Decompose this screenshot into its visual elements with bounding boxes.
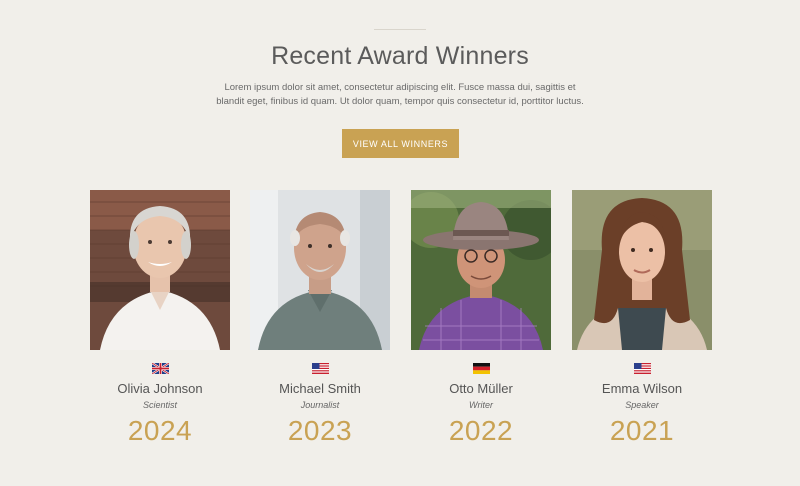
winner-year: 2022 bbox=[448, 415, 514, 446]
view-all-winners-button[interactable]: VIEW ALL WINNERS bbox=[342, 129, 459, 158]
winner-photo bbox=[411, 190, 551, 350]
winner-year: 2021 bbox=[609, 415, 675, 446]
winner-name: Olivia Johnson bbox=[117, 381, 203, 396]
section-intro: Lorem ipsum dolor sit amet, consectetur … bbox=[200, 81, 600, 109]
section-title: Recent Award Winners bbox=[271, 42, 529, 70]
intro-line-2: blandit eget, finibus id quam. Ut dolor … bbox=[216, 96, 584, 107]
top-divider bbox=[374, 29, 426, 30]
winner-name: Otto Müller bbox=[449, 381, 513, 396]
winner-card[interactable]: Otto Müller Writer 2022 bbox=[411, 190, 551, 447]
winner-role: Journalist bbox=[300, 400, 340, 410]
us-flag-icon bbox=[311, 363, 329, 374]
winner-photo bbox=[250, 190, 390, 350]
germany-flag-icon bbox=[472, 363, 490, 374]
winner-card[interactable]: Michael Smith Journalist 2023 bbox=[250, 190, 390, 447]
intro-line-1: Lorem ipsum dolor sit amet, consectetur … bbox=[224, 82, 576, 93]
winner-photo bbox=[90, 190, 230, 350]
winner-photo bbox=[572, 190, 712, 350]
winner-role: Writer bbox=[469, 400, 493, 410]
winner-name: Michael Smith bbox=[279, 381, 361, 396]
winner-card[interactable]: Olivia Johnson Scientist 2024 bbox=[90, 190, 230, 447]
winner-role: Speaker bbox=[625, 400, 659, 410]
us-flag-icon bbox=[633, 363, 651, 374]
winner-year: 2024 bbox=[127, 415, 193, 446]
uk-flag-icon bbox=[151, 363, 169, 374]
winner-card[interactable]: Emma Wilson Speaker 2021 bbox=[572, 190, 712, 447]
winner-name: Emma Wilson bbox=[601, 381, 683, 396]
winner-year: 2023 bbox=[287, 415, 353, 446]
winner-role: Scientist bbox=[142, 400, 177, 410]
